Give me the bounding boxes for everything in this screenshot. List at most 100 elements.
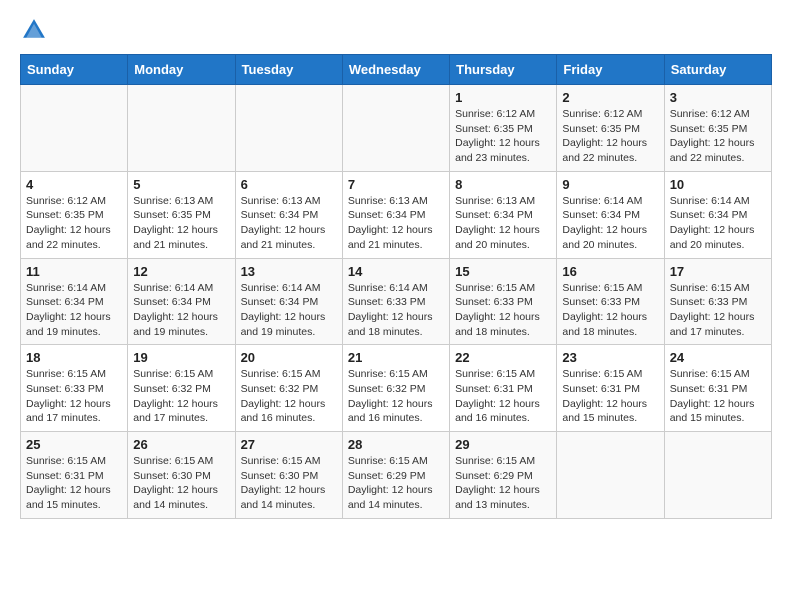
- day-info: Sunrise: 6:12 AM Sunset: 6:35 PM Dayligh…: [455, 107, 551, 166]
- day-info: Sunrise: 6:15 AM Sunset: 6:32 PM Dayligh…: [133, 367, 229, 426]
- calendar-header-row: SundayMondayTuesdayWednesdayThursdayFrid…: [21, 55, 772, 85]
- day-number: 25: [26, 437, 122, 452]
- day-info: Sunrise: 6:15 AM Sunset: 6:29 PM Dayligh…: [455, 454, 551, 513]
- day-info: Sunrise: 6:15 AM Sunset: 6:30 PM Dayligh…: [241, 454, 337, 513]
- day-number: 27: [241, 437, 337, 452]
- calendar-cell: 21 Sunrise: 6:15 AM Sunset: 6:32 PM Dayli…: [342, 345, 449, 432]
- day-number: 19: [133, 350, 229, 365]
- logo-icon: [20, 16, 48, 44]
- calendar-cell: 16 Sunrise: 6:15 AM Sunset: 6:33 PM Dayli…: [557, 258, 664, 345]
- calendar-day-header: Monday: [128, 55, 235, 85]
- calendar-cell: 15 Sunrise: 6:15 AM Sunset: 6:33 PM Dayli…: [450, 258, 557, 345]
- day-number: 6: [241, 177, 337, 192]
- day-info: Sunrise: 6:15 AM Sunset: 6:31 PM Dayligh…: [455, 367, 551, 426]
- day-info: Sunrise: 6:15 AM Sunset: 6:33 PM Dayligh…: [562, 281, 658, 340]
- day-info: Sunrise: 6:15 AM Sunset: 6:33 PM Dayligh…: [670, 281, 766, 340]
- calendar-cell: [664, 432, 771, 519]
- day-info: Sunrise: 6:13 AM Sunset: 6:35 PM Dayligh…: [133, 194, 229, 253]
- day-info: Sunrise: 6:14 AM Sunset: 6:34 PM Dayligh…: [562, 194, 658, 253]
- day-info: Sunrise: 6:15 AM Sunset: 6:30 PM Dayligh…: [133, 454, 229, 513]
- day-number: 7: [348, 177, 444, 192]
- day-info: Sunrise: 6:15 AM Sunset: 6:33 PM Dayligh…: [26, 367, 122, 426]
- day-number: 24: [670, 350, 766, 365]
- calendar-cell: [128, 85, 235, 172]
- calendar-cell: [21, 85, 128, 172]
- calendar-cell: 20 Sunrise: 6:15 AM Sunset: 6:32 PM Dayli…: [235, 345, 342, 432]
- calendar-cell: 26Sunrise: 6:15 AM Sunset: 6:30 PM Dayli…: [128, 432, 235, 519]
- calendar-week-row: 11 Sunrise: 6:14 AM Sunset: 6:34 PM Dayli…: [21, 258, 772, 345]
- calendar: SundayMondayTuesdayWednesdayThursdayFrid…: [20, 54, 772, 519]
- calendar-cell: 24 Sunrise: 6:15 AM Sunset: 6:31 PM Dayli…: [664, 345, 771, 432]
- logo: [20, 16, 52, 44]
- day-info: Sunrise: 6:12 AM Sunset: 6:35 PM Dayligh…: [562, 107, 658, 166]
- day-number: 11: [26, 264, 122, 279]
- day-info: Sunrise: 6:15 AM Sunset: 6:32 PM Dayligh…: [241, 367, 337, 426]
- calendar-cell: 17 Sunrise: 6:15 AM Sunset: 6:33 PM Dayli…: [664, 258, 771, 345]
- calendar-cell: 6 Sunrise: 6:13 AM Sunset: 6:34 PM Daylig…: [235, 171, 342, 258]
- day-number: 3: [670, 90, 766, 105]
- calendar-cell: 29 Sunrise: 6:15 AM Sunset: 6:29 PM Dayli…: [450, 432, 557, 519]
- day-number: 17: [670, 264, 766, 279]
- calendar-cell: 23 Sunrise: 6:15 AM Sunset: 6:31 PM Dayli…: [557, 345, 664, 432]
- day-number: 21: [348, 350, 444, 365]
- calendar-cell: 9 Sunrise: 6:14 AM Sunset: 6:34 PM Daylig…: [557, 171, 664, 258]
- day-info: Sunrise: 6:12 AM Sunset: 6:35 PM Dayligh…: [670, 107, 766, 166]
- day-info: Sunrise: 6:14 AM Sunset: 6:34 PM Dayligh…: [26, 281, 122, 340]
- day-info: Sunrise: 6:15 AM Sunset: 6:29 PM Dayligh…: [348, 454, 444, 513]
- calendar-cell: 11 Sunrise: 6:14 AM Sunset: 6:34 PM Dayli…: [21, 258, 128, 345]
- page: SundayMondayTuesdayWednesdayThursdayFrid…: [0, 0, 792, 539]
- day-number: 13: [241, 264, 337, 279]
- calendar-cell: 28 Sunrise: 6:15 AM Sunset: 6:29 PM Dayli…: [342, 432, 449, 519]
- day-info: Sunrise: 6:12 AM Sunset: 6:35 PM Dayligh…: [26, 194, 122, 253]
- calendar-cell: [557, 432, 664, 519]
- day-number: 2: [562, 90, 658, 105]
- day-number: 5: [133, 177, 229, 192]
- header: [20, 16, 772, 44]
- day-number: 22: [455, 350, 551, 365]
- day-info: Sunrise: 6:15 AM Sunset: 6:31 PM Dayligh…: [26, 454, 122, 513]
- day-info: Sunrise: 6:14 AM Sunset: 6:33 PM Dayligh…: [348, 281, 444, 340]
- day-number: 4: [26, 177, 122, 192]
- calendar-cell: 25 Sunrise: 6:15 AM Sunset: 6:31 PM Dayli…: [21, 432, 128, 519]
- calendar-cell: 18 Sunrise: 6:15 AM Sunset: 6:33 PM Dayli…: [21, 345, 128, 432]
- day-number: 18: [26, 350, 122, 365]
- day-number: 16: [562, 264, 658, 279]
- calendar-cell: 7 Sunrise: 6:13 AM Sunset: 6:34 PM Daylig…: [342, 171, 449, 258]
- day-number: 9: [562, 177, 658, 192]
- day-number: 10: [670, 177, 766, 192]
- calendar-cell: [342, 85, 449, 172]
- calendar-week-row: 25 Sunrise: 6:15 AM Sunset: 6:31 PM Dayli…: [21, 432, 772, 519]
- calendar-cell: 27 Sunrise: 6:15 AM Sunset: 6:30 PM Dayli…: [235, 432, 342, 519]
- calendar-day-header: Sunday: [21, 55, 128, 85]
- day-info: Sunrise: 6:14 AM Sunset: 6:34 PM Dayligh…: [241, 281, 337, 340]
- day-number: 20: [241, 350, 337, 365]
- day-number: 15: [455, 264, 551, 279]
- calendar-cell: 19 Sunrise: 6:15 AM Sunset: 6:32 PM Dayli…: [128, 345, 235, 432]
- calendar-day-header: Saturday: [664, 55, 771, 85]
- day-info: Sunrise: 6:15 AM Sunset: 6:32 PM Dayligh…: [348, 367, 444, 426]
- calendar-cell: 8Sunrise: 6:13 AM Sunset: 6:34 PM Daylig…: [450, 171, 557, 258]
- calendar-week-row: 1Sunrise: 6:12 AM Sunset: 6:35 PM Daylig…: [21, 85, 772, 172]
- calendar-cell: 13 Sunrise: 6:14 AM Sunset: 6:34 PM Dayli…: [235, 258, 342, 345]
- calendar-cell: 4 Sunrise: 6:12 AM Sunset: 6:35 PM Daylig…: [21, 171, 128, 258]
- calendar-day-header: Thursday: [450, 55, 557, 85]
- calendar-cell: [235, 85, 342, 172]
- day-info: Sunrise: 6:15 AM Sunset: 6:31 PM Dayligh…: [670, 367, 766, 426]
- calendar-cell: 14Sunrise: 6:14 AM Sunset: 6:33 PM Dayli…: [342, 258, 449, 345]
- calendar-day-header: Friday: [557, 55, 664, 85]
- day-number: 23: [562, 350, 658, 365]
- day-number: 28: [348, 437, 444, 452]
- day-info: Sunrise: 6:13 AM Sunset: 6:34 PM Dayligh…: [241, 194, 337, 253]
- calendar-cell: 1Sunrise: 6:12 AM Sunset: 6:35 PM Daylig…: [450, 85, 557, 172]
- day-number: 29: [455, 437, 551, 452]
- day-number: 12: [133, 264, 229, 279]
- calendar-day-header: Wednesday: [342, 55, 449, 85]
- calendar-week-row: 18 Sunrise: 6:15 AM Sunset: 6:33 PM Dayli…: [21, 345, 772, 432]
- calendar-cell: 5 Sunrise: 6:13 AM Sunset: 6:35 PM Daylig…: [128, 171, 235, 258]
- day-info: Sunrise: 6:15 AM Sunset: 6:33 PM Dayligh…: [455, 281, 551, 340]
- calendar-week-row: 4 Sunrise: 6:12 AM Sunset: 6:35 PM Daylig…: [21, 171, 772, 258]
- calendar-cell: 10Sunrise: 6:14 AM Sunset: 6:34 PM Dayli…: [664, 171, 771, 258]
- day-info: Sunrise: 6:13 AM Sunset: 6:34 PM Dayligh…: [348, 194, 444, 253]
- day-info: Sunrise: 6:15 AM Sunset: 6:31 PM Dayligh…: [562, 367, 658, 426]
- day-info: Sunrise: 6:13 AM Sunset: 6:34 PM Dayligh…: [455, 194, 551, 253]
